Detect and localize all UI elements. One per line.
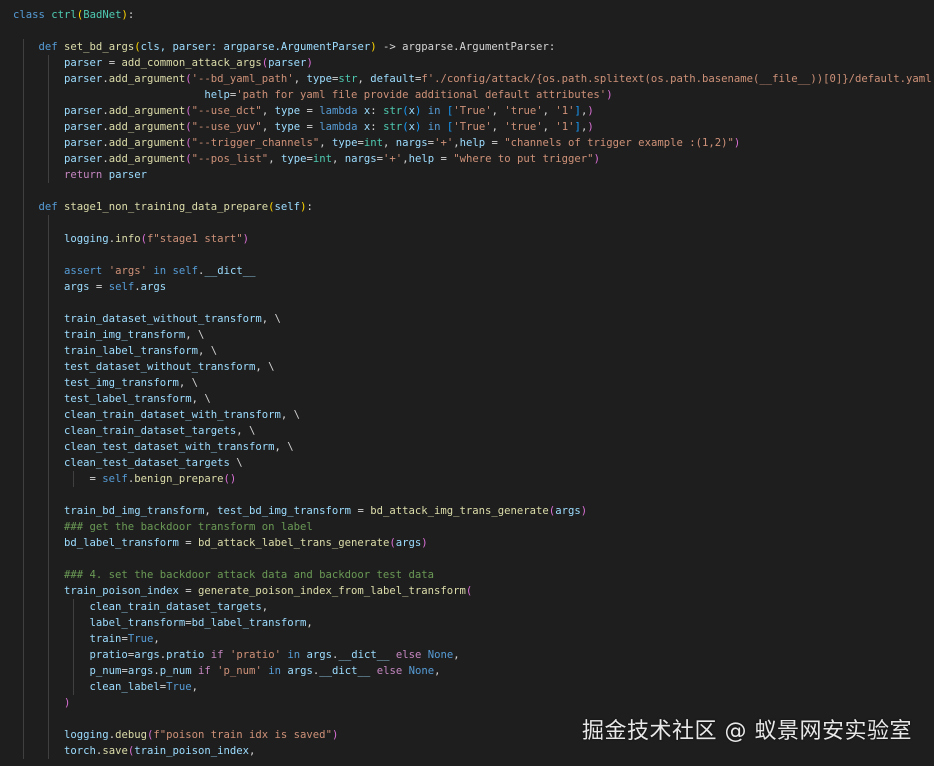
blank-line <box>13 183 934 199</box>
class-keyword: class <box>13 9 45 21</box>
code-line: train=True, <box>13 631 934 647</box>
string-literal: f"poison train idx is saved" <box>153 729 332 741</box>
code-line: ### 4. set the backdoor attack data and … <box>13 567 934 583</box>
code-line: def stage1_non_training_data_prepare(sel… <box>13 199 934 215</box>
string-literal: "--use_dct" <box>191 105 262 117</box>
function-call: add_common_attack_args <box>121 57 262 69</box>
code-line: train_label_transform, \ <box>13 343 934 359</box>
code-line: label_transform=bd_label_transform, <box>13 615 934 631</box>
method-name-set-bd-args: set_bd_args <box>64 41 135 53</box>
code-line: parser.add_argument("--use_yuv", type = … <box>13 119 934 135</box>
string-literal: 'args' <box>108 265 147 277</box>
code-line: train_dataset_without_transform, \ <box>13 311 934 327</box>
string-literal: 'p_num' <box>217 665 262 677</box>
string-literal: 'pratio' <box>229 649 281 661</box>
blank-line <box>13 487 934 503</box>
code-line: bd_label_transform = bd_attack_label_tra… <box>13 535 934 551</box>
class-name: ctrl <box>51 9 77 21</box>
code-line: train_bd_img_transform, test_bd_img_tran… <box>13 503 934 519</box>
code-line: clean_train_dataset_targets, <box>13 599 934 615</box>
code-line: train_poison_index = generate_poison_ind… <box>13 583 934 599</box>
code-line: args = self.args <box>13 279 934 295</box>
watermark-text: 掘金技术社区 @ 蚁景网安实验室 <box>582 719 912 744</box>
code-line: logging.info(f"stage1 start") <box>13 231 934 247</box>
code-line: parser.add_argument("--pos_list", type=i… <box>13 151 934 167</box>
code-line: parser.add_argument("--use_dct", type = … <box>13 103 934 119</box>
code-line: test_img_transform, \ <box>13 375 934 391</box>
blank-line <box>13 247 934 263</box>
code-line: parser = add_common_attack_args(parser) <box>13 55 934 71</box>
code-line: parser.add_argument('--bd_yaml_path', ty… <box>13 71 934 87</box>
string-literal: f"stage1 start" <box>146 233 243 245</box>
blank-line <box>13 295 934 311</box>
code-line: assert 'args' in self.__dict__ <box>13 263 934 279</box>
code-line: test_label_transform, \ <box>13 391 934 407</box>
base-class: BadNet <box>83 9 122 21</box>
code-line: return parser <box>13 167 934 183</box>
code-line: = self.benign_prepare() <box>13 471 237 487</box>
code-line: ### get the backdoor transform on label <box>13 519 934 535</box>
string-literal: 'path for yaml file provide additional d… <box>236 89 607 101</box>
def-keyword: def <box>38 41 58 53</box>
code-line: clean_train_dataset_targets, \ <box>13 423 934 439</box>
code-line: test_dataset_without_transform, \ <box>13 359 934 375</box>
return-annotation: argparse.ArgumentParser <box>402 41 549 53</box>
code-lines: class ctrl(BadNet): def set_bd_args(cls,… <box>13 7 934 759</box>
string-literal: "channels of trigger example :(1,2)" <box>504 137 734 149</box>
code-line: torch.save(train_poison_index, <box>13 743 934 759</box>
code-editor[interactable]: class ctrl(BadNet): def set_bd_args(cls,… <box>0 0 934 766</box>
code-line: train_img_transform, \ <box>13 327 934 343</box>
code-line: p_num=args.p_num if 'p_num' in args.__di… <box>13 663 934 679</box>
code-line: help='path for yaml file provide additio… <box>13 87 934 103</box>
blank-line <box>13 551 934 567</box>
code-line: clean_test_dataset_with_transform, \ <box>13 439 934 455</box>
code-line: clean_train_dataset_with_transform, \ <box>13 407 934 423</box>
code-line: clean_label=True, <box>13 679 934 695</box>
string-literal: "--use_yuv" <box>191 121 262 133</box>
code-line: clean_test_dataset_targets \ <box>13 455 934 471</box>
string-literal: "--pos_list" <box>191 153 269 165</box>
return-keyword: return <box>64 169 103 181</box>
comment: ### get the backdoor transform on label <box>64 521 313 533</box>
code-line: ) <box>13 695 934 711</box>
code-line: parser.add_argument("--trigger_channels"… <box>13 135 934 151</box>
string-literal: "where to put trigger" <box>453 153 594 165</box>
code-line: class ctrl(BadNet): <box>13 9 135 21</box>
code-line: pratio=args.pratio if 'pratio' in args._… <box>13 647 934 663</box>
string-literal: f'./config/attack/{os.path.splitext(os.p… <box>421 73 934 85</box>
code-line: def set_bd_args(cls, parser: argparse.Ar… <box>13 39 934 55</box>
comment: ### 4. set the backdoor attack data and … <box>64 569 434 581</box>
method-params: cls, parser: argparse.ArgumentParser <box>140 41 371 53</box>
blank-line <box>13 215 934 231</box>
method-name-stage1: stage1_non_training_data_prepare <box>64 201 269 213</box>
string-literal: "--trigger_channels" <box>191 137 320 149</box>
string-literal: '--bd_yaml_path' <box>191 73 294 85</box>
